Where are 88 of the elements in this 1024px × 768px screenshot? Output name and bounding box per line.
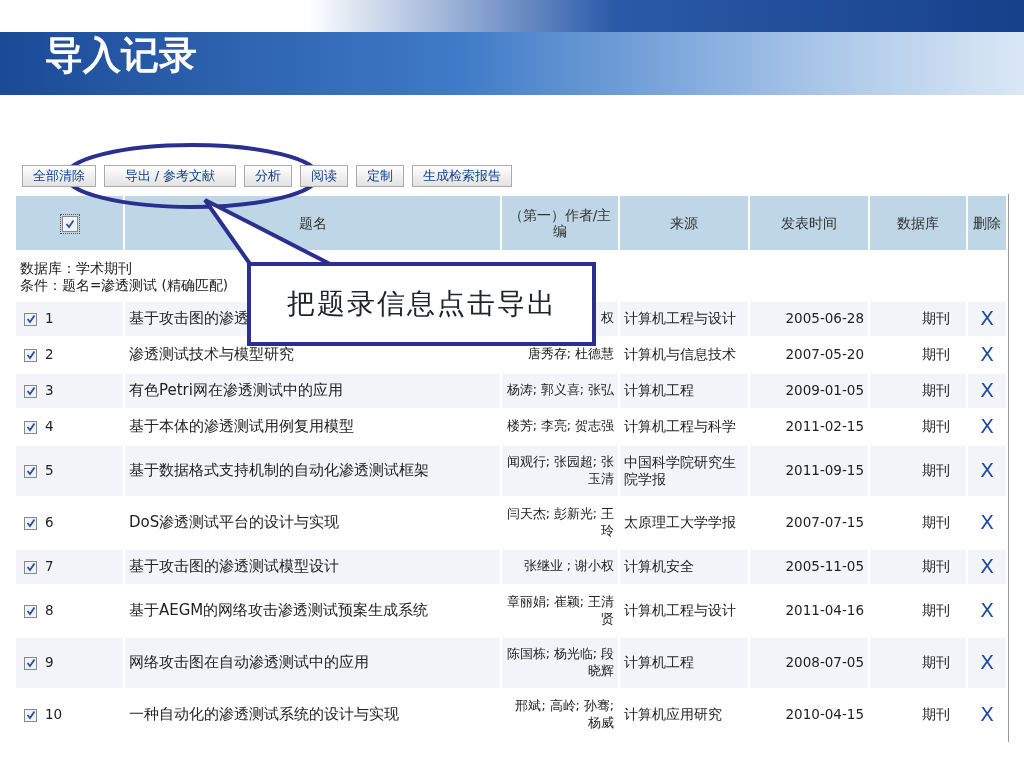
row-number: 10: [45, 706, 63, 723]
date-cell: 2010-04-15: [785, 706, 864, 723]
database-cell: 期刊: [922, 602, 950, 619]
toolbar-button[interactable]: 阅读: [300, 165, 348, 187]
toolbar-button[interactable]: 全部清除: [22, 165, 96, 187]
delete-link[interactable]: X: [980, 598, 994, 623]
author-cell: 唐秀存; 杜德慧: [527, 346, 614, 362]
delete-link[interactable]: X: [980, 702, 994, 727]
title-link[interactable]: DoS渗透测试平台的设计与实现: [129, 513, 340, 532]
delete-link[interactable]: X: [980, 510, 994, 535]
delete-link[interactable]: X: [980, 414, 994, 439]
database-cell: 期刊: [922, 346, 950, 363]
delete-link[interactable]: X: [980, 342, 994, 367]
checkbox[interactable]: [24, 420, 37, 434]
date-cell: 2009-01-05: [785, 382, 864, 399]
column-header: 数据库: [870, 196, 966, 250]
source-cell: 太原理工大学学报: [624, 514, 736, 531]
checkbox[interactable]: [24, 708, 37, 722]
delete-link[interactable]: X: [980, 458, 994, 483]
author-cell: 杨涛; 郭义喜; 张弘: [506, 382, 614, 398]
toolbar-button[interactable]: 生成检索报告: [412, 165, 512, 187]
date-cell: 2008-07-05: [785, 654, 864, 671]
row-number: 1: [45, 310, 54, 327]
checkbox[interactable]: [24, 384, 37, 398]
search-info: 数据库：学术期刊: [20, 260, 133, 277]
column-header: 删除: [968, 196, 1006, 250]
source-cell: 计算机应用研究: [624, 706, 722, 723]
row-number: 5: [45, 462, 54, 479]
row-number: 7: [45, 558, 54, 575]
author-cell: 章丽娟; 崔颖; 王清贤: [506, 593, 614, 626]
date-cell: 2011-09-15: [785, 462, 864, 479]
toolbar-button[interactable]: 定制: [356, 165, 404, 187]
checkbox[interactable]: [61, 215, 78, 232]
source-cell: 计算机工程: [624, 654, 694, 671]
source-cell: 计算机工程: [624, 382, 694, 399]
slide-title: 导入记录: [45, 36, 197, 74]
delete-link[interactable]: X: [980, 650, 994, 675]
row-number: 8: [45, 602, 54, 619]
author-cell: 楼芳; 李亮; 贺志强: [506, 418, 614, 434]
checkbox[interactable]: [24, 312, 37, 326]
title-link[interactable]: 基于攻击图的渗透: [129, 309, 249, 328]
column-header: 发表时间: [750, 196, 868, 250]
checkbox[interactable]: [24, 464, 37, 478]
toolbar-button[interactable]: 导出 / 参考文献: [104, 165, 236, 187]
source-cell: 计算机工程与科学: [624, 418, 736, 435]
row-number: 9: [45, 654, 54, 671]
checkbox[interactable]: [24, 516, 37, 530]
author-cell: 闻观行; 张园超; 张玉清: [506, 453, 614, 486]
database-cell: 期刊: [922, 654, 950, 671]
date-cell: 2005-11-05: [785, 558, 864, 575]
column-header: 来源: [620, 196, 748, 250]
title-link[interactable]: 一种自动化的渗透测试系统的设计与实现: [129, 705, 399, 724]
database-cell: 期刊: [922, 514, 950, 531]
title-link[interactable]: 基于本体的渗透测试用例复用模型: [129, 417, 354, 436]
row-number: 4: [45, 418, 54, 435]
column-header: （第一）作者/主编: [502, 196, 618, 250]
author-cell: 张继业 ; 谢小权: [523, 558, 614, 574]
database-cell: 期刊: [922, 310, 950, 327]
source-cell: 计算机工程与设计: [624, 310, 736, 327]
database-cell: 期刊: [922, 558, 950, 575]
checkbox[interactable]: [24, 656, 37, 670]
database-cell: 期刊: [922, 418, 950, 435]
date-cell: 2011-02-15: [785, 418, 864, 435]
search-info: 条件：题名=渗透测试 (精确匹配): [20, 276, 230, 294]
checkbox[interactable]: [24, 604, 37, 618]
row-number: 6: [45, 514, 54, 531]
date-cell: 2005-06-28: [785, 310, 864, 327]
title-link[interactable]: 渗透测试技术与模型研究: [129, 345, 294, 364]
date-cell: 2007-07-15: [785, 514, 864, 531]
author-cell: 闫天杰; 彭新光; 王玲: [506, 505, 614, 538]
author-cell: 权: [601, 310, 614, 326]
date-cell: 2007-05-20: [785, 346, 864, 363]
source-cell: 计算机工程与设计: [624, 602, 736, 619]
source-cell: 计算机与信息技术: [624, 346, 736, 363]
database-cell: 期刊: [922, 706, 950, 723]
date-cell: 2011-04-16: [785, 602, 864, 619]
database-cell: 期刊: [922, 462, 950, 479]
title-link[interactable]: 基于AEGM的网络攻击渗透测试预案生成系统: [129, 601, 429, 620]
database-cell: 期刊: [922, 382, 950, 399]
author-cell: 邢斌; 高岭; 孙骞; 杨威: [515, 697, 614, 730]
checkbox[interactable]: [24, 348, 37, 362]
row-number: 3: [45, 382, 54, 399]
source-cell: 计算机安全: [624, 558, 694, 575]
source-cell: 中国科学院研究生院学报: [624, 453, 736, 487]
author-cell: 陈国栋; 杨光临; 段晓辉: [506, 645, 614, 678]
checkbox[interactable]: [24, 560, 37, 574]
toolbar-button[interactable]: 分析: [244, 165, 292, 187]
row-number: 2: [45, 346, 54, 363]
